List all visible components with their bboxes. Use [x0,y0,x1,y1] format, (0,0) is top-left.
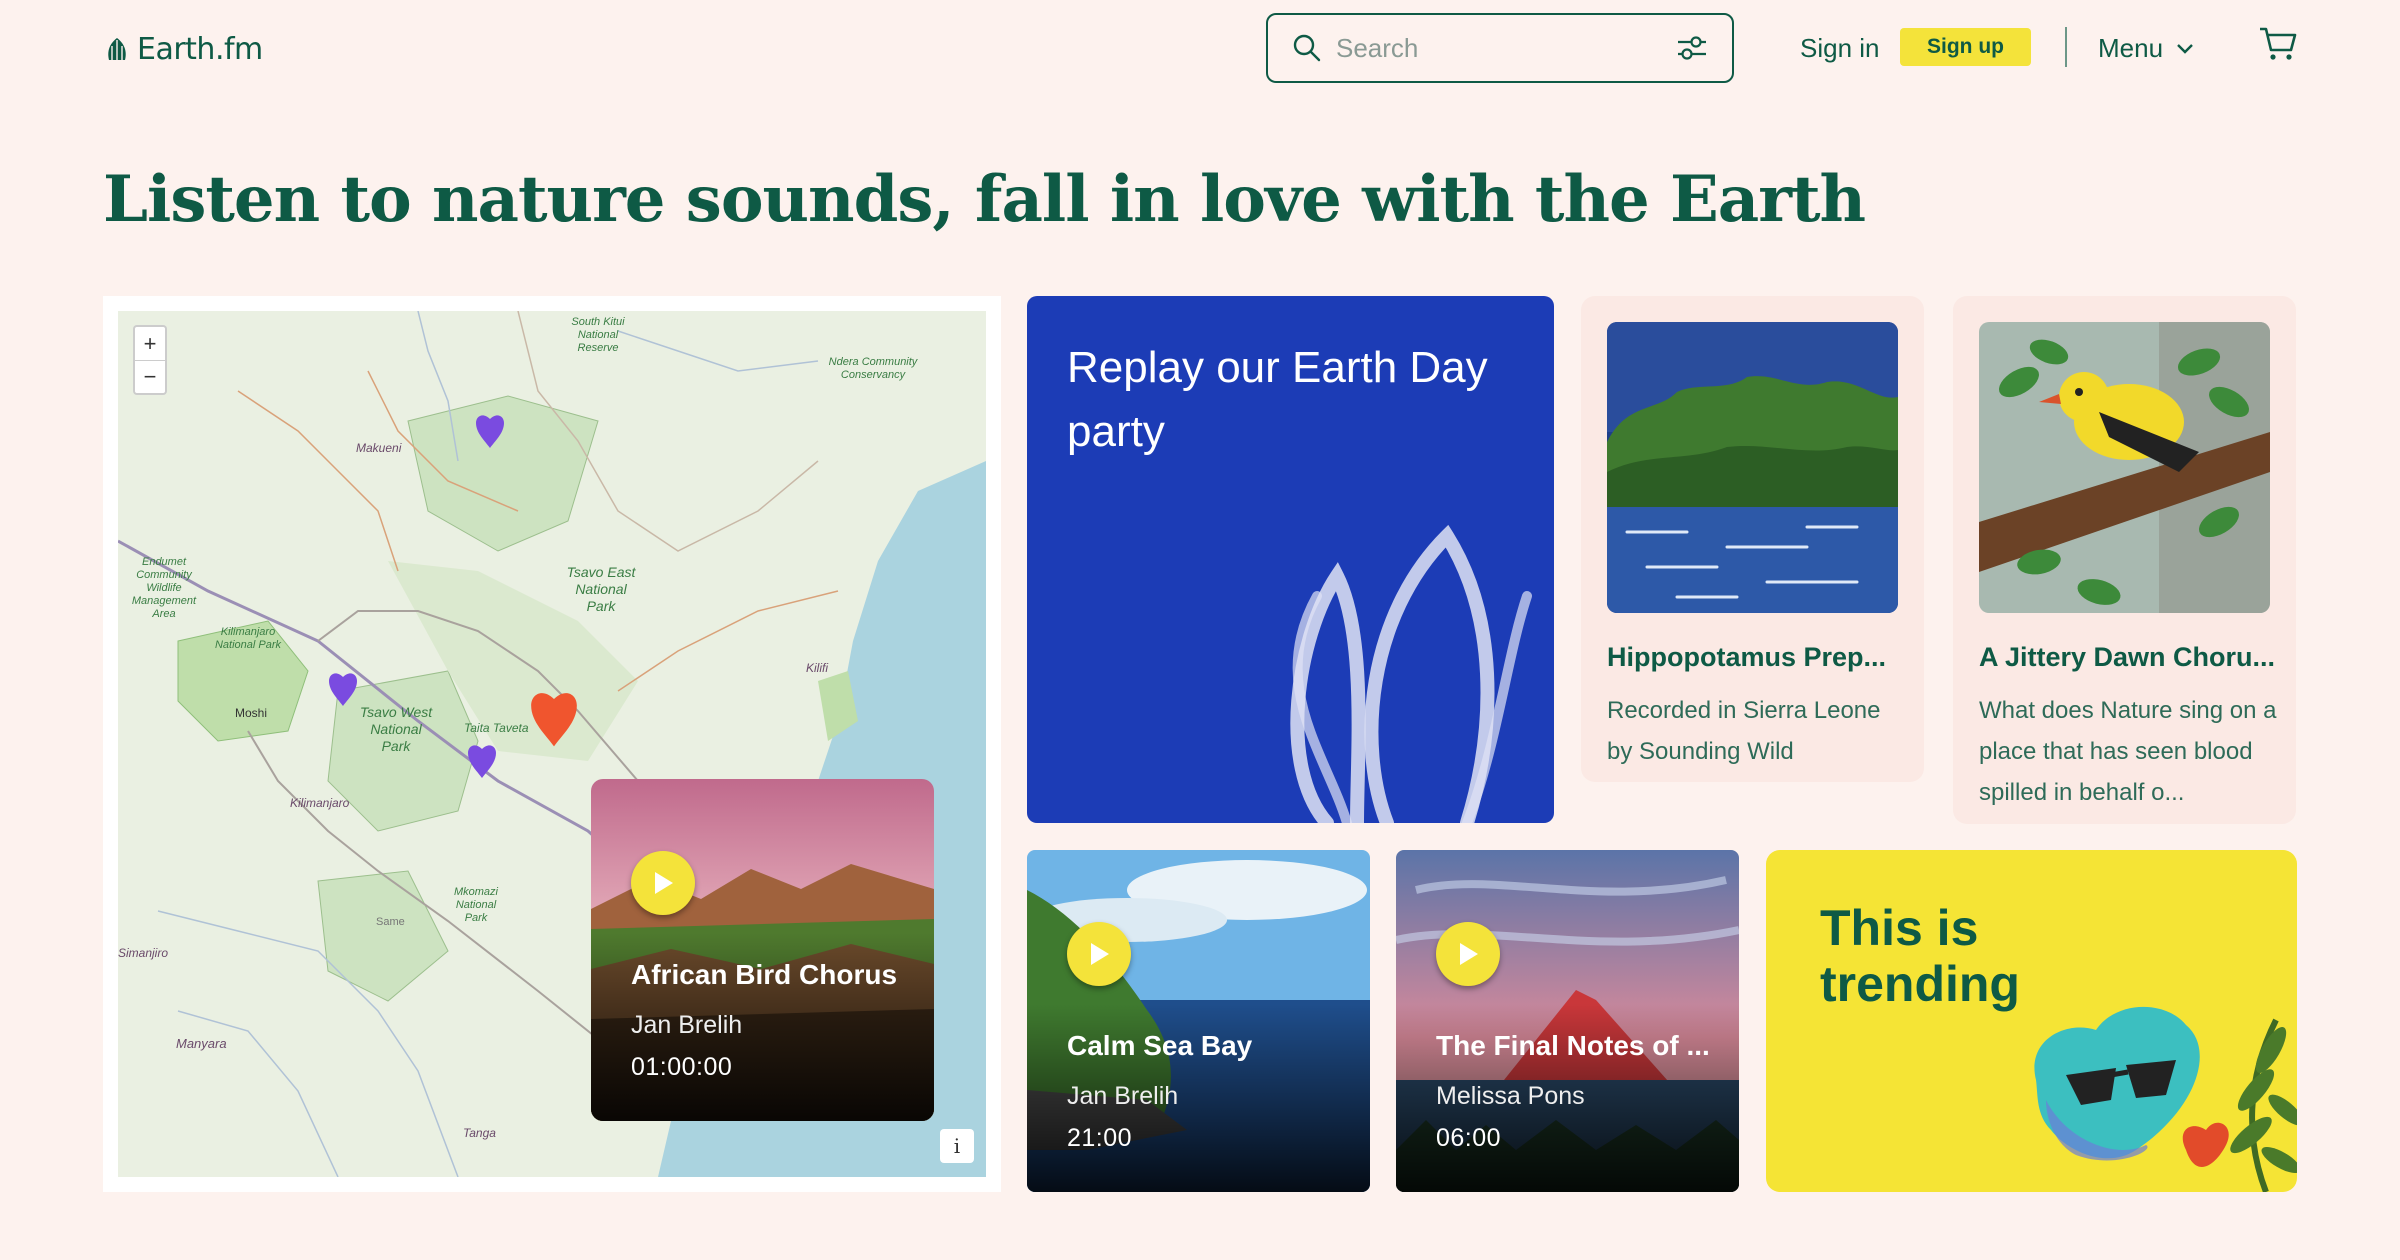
cart-icon[interactable] [2258,26,2298,62]
play-icon [655,872,673,894]
map-label: Tsavo East National Park [566,564,636,614]
site-header: Earth.fm Sign in Sign up Menu [0,0,2400,100]
map-label: Kilimanjaro National Park [214,626,282,651]
map-label: Mkomazi National Park [453,886,498,924]
hippo-artwork [1607,322,1898,613]
map-info-button[interactable]: i [940,1129,974,1163]
trending-card[interactable]: This is trending [1766,850,2297,1192]
sound-title: A Jittery Dawn Choru... [1979,642,2276,672]
map-label: South Kitui National Reserve [571,316,625,354]
earth-day-title: Replay our Earth Day party [1067,343,1488,456]
map-label: Manyara [176,1036,227,1051]
search-input[interactable] [1336,32,1676,64]
map-label: Simanjiro [118,946,169,960]
play-icon [1091,943,1109,965]
bird-artwork [1979,322,2270,613]
logo-text: Earth.fm [137,32,263,67]
map-label: Tanga [463,1126,496,1140]
map-label: Endumet Community Wildlife Management Ar… [131,556,197,620]
map-marker[interactable] [328,669,358,707]
map-label: Makueni [356,441,402,455]
play-icon [1460,943,1478,965]
sound-map-frame: South Kitui National Reserve Ndera Commu… [103,296,1001,1192]
zoom-in-button[interactable]: + [135,327,165,360]
filter-icon[interactable] [1676,34,1708,62]
zoom-out-button[interactable]: − [135,360,165,393]
zoom-control: + − [133,325,167,395]
map-label: Ndera Community Conservancy [828,356,918,381]
search-icon [1293,34,1321,62]
map-label: Tsavo West National Park [359,704,433,754]
sound-title: Calm Sea Bay [1067,1030,1253,1061]
map-label: Kilimanjaro [290,796,350,810]
map-sound-popup[interactable]: African Bird Chorus Jan Brelih 01:00:00 [591,779,934,1121]
map-marker[interactable] [475,411,505,449]
sound-card-calm-sea-bay[interactable]: Calm Sea Bay Jan Brelih 21:00 [1027,850,1370,1192]
map-label: Kilifi [806,661,829,675]
logo[interactable]: Earth.fm [103,32,263,67]
map-label: Taita Taveta [464,721,529,735]
sound-title: The Final Notes of ... [1436,1030,1710,1061]
map-label: Moshi [235,706,268,720]
map-label: Same [376,916,405,928]
sound-title: African Bird Chorus [631,959,898,990]
sound-author: Jan Brelih [1067,1082,1179,1110]
map-marker-active[interactable] [528,686,580,748]
sign-in-link[interactable]: Sign in [1800,33,1880,64]
sound-title: Hippopotamus Prep... [1607,642,1887,672]
leaf-logo-icon [108,37,126,60]
sound-author: Melissa Pons [1436,1082,1585,1110]
sound-duration: 06:00 [1436,1124,1502,1152]
page-title: Listen to nature sounds, fall in love wi… [103,162,1866,237]
menu-button[interactable]: Menu [2098,33,2195,64]
sound-description: What does Nature sing on a place that ha… [1979,697,2277,806]
search-box[interactable] [1266,13,1734,83]
sound-card-jittery[interactable]: A Jittery Dawn Choru... What does Nature… [1953,296,2296,824]
menu-label: Menu [2098,33,2164,63]
header-divider [2065,27,2067,67]
play-button[interactable] [1436,922,1500,986]
sound-author: Jan Brelih [631,1011,743,1039]
sound-duration: 21:00 [1067,1124,1133,1152]
play-button[interactable] [631,851,695,915]
chevron-down-icon [2177,43,2193,54]
trending-title: This is trending [1820,900,2020,1012]
sound-map[interactable]: South Kitui National Reserve Ndera Commu… [118,311,986,1177]
sound-card-final-notes[interactable]: The Final Notes of ... Melissa Pons 06:0… [1396,850,1739,1192]
earth-day-card[interactable]: Replay our Earth Day party [1027,296,1554,823]
sound-duration: 01:00:00 [631,1053,733,1081]
sign-up-button[interactable]: Sign up [1900,28,2031,66]
play-button[interactable] [1067,922,1131,986]
map-marker[interactable] [467,741,497,779]
sound-card-hippo[interactable]: Hippopotamus Prep... Recorded in Sierra … [1581,296,1924,782]
sound-description: Recorded in Sierra Leone by Sounding Wil… [1607,697,1881,765]
